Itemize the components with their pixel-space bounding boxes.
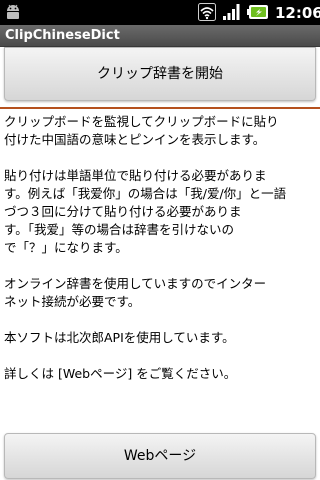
description-paragraph-online: オンライン辞書を使用していますのでインター ネット接続が必要です。 xyxy=(4,276,267,309)
description-paragraph-details: 詳しくは [Webページ] をご覧ください。 xyxy=(4,366,237,381)
signal-icon xyxy=(223,4,240,20)
wifi-icon xyxy=(198,3,216,21)
title-bar: ClipChineseDict xyxy=(0,25,320,47)
description-paragraph-word-unit: 貼り付けは単語単位で貼り付ける必要がありま す。例えば「我爱你」の場合は「我/爱… xyxy=(4,168,287,255)
start-clip-dictionary-button[interactable]: クリップ辞書を開始 xyxy=(4,47,316,101)
status-clock: 12:06 xyxy=(275,4,320,22)
app-title: ClipChineseDict xyxy=(5,28,120,43)
description-text: クリップボードを監視してクリップボードに貼り 付けた中国語の意味とピンインを表示… xyxy=(4,113,316,401)
android-icon xyxy=(7,4,19,19)
divider xyxy=(0,107,320,109)
battery-icon xyxy=(247,5,268,19)
description-paragraph-api: 本ソフトは北次郎APIを使用しています。 xyxy=(4,330,235,345)
web-page-button[interactable]: Webページ xyxy=(4,433,316,479)
description-paragraph-monitoring: クリップボードを監視してクリップボードに貼り 付けた中国語の意味とピンインを表示… xyxy=(4,114,279,147)
status-bar: 12:06 xyxy=(0,0,320,25)
